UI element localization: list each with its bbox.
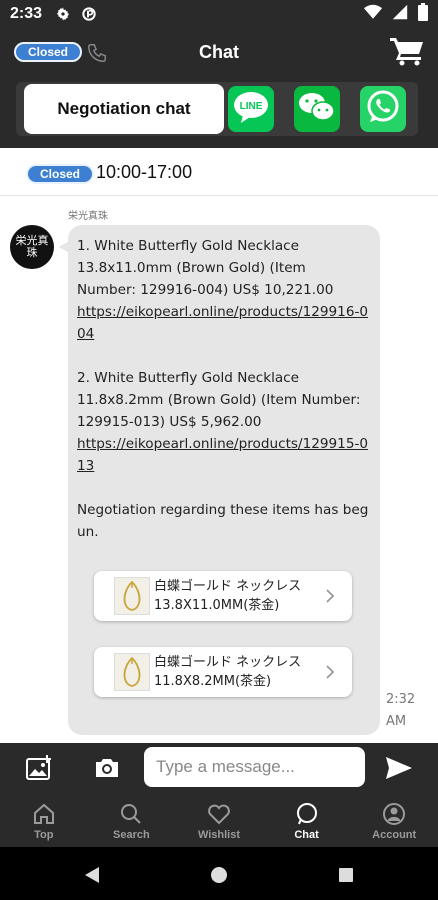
product-name: 白蝶ゴールド ネックレス 11.8X8.2MM(茶金) [154, 653, 320, 691]
nav-item-account[interactable]: Account [350, 793, 438, 847]
product-thumbnail [114, 577, 150, 615]
negotiation-chat-tab[interactable]: Negotiation chat [24, 84, 224, 134]
item1-price: Number: 129916-004) US$ 10,221.00 [77, 282, 334, 298]
nav-item-search[interactable]: Search [88, 793, 176, 847]
message-input-bar [0, 743, 438, 793]
product-card[interactable]: 白蝶ゴールド ネックレス 13.8X11.0MM(茶金) [94, 571, 352, 621]
header-row: Closed Chat [0, 28, 438, 78]
chat-icon [294, 801, 320, 827]
item1-title: 1. White Butterfly Gold Necklace [77, 238, 300, 254]
nav-item-wishlist[interactable]: Wishlist [175, 793, 263, 847]
sender-name: 栄光真珠 [68, 211, 108, 222]
chat-message-area[interactable]: 栄光真珠 栄光真珠 1. White Butterfly Gold Neckla… [0, 197, 438, 743]
item2-title: 2. White Butterfly Gold Necklace [77, 370, 300, 386]
status-time: 2:33 [10, 5, 43, 22]
cart-icon[interactable] [390, 36, 424, 66]
nav-item-chat[interactable]: Chat [263, 793, 351, 847]
heart-icon [206, 801, 232, 827]
nav-label: Wishlist [197, 829, 241, 841]
item2-size: 11.8x8.2mm (Brown Gold) (Item Number: [77, 392, 361, 408]
svg-text:LINE: LINE [240, 101, 263, 112]
product-name-line1: 白蝶ゴールド ネックレス [154, 655, 302, 670]
product-name: 白蝶ゴールド ネックレス 13.8X11.0MM(茶金) [154, 577, 320, 615]
item1-size: 13.8x11.0mm (Brown Gold) (Item [77, 260, 306, 276]
line-icon: LINE [231, 89, 271, 130]
system-navigation-bar [0, 847, 438, 900]
item1-product-link[interactable]: https://eikopearl.online/products/129916… [77, 304, 368, 342]
product-name-line2: 11.8X8.2MM(茶金) [154, 674, 272, 689]
sender-avatar: 栄光真珠 [10, 225, 54, 269]
signal-icon [392, 4, 408, 25]
nav-label: Chat [294, 829, 319, 841]
hours-status-badge: Closed [26, 164, 95, 184]
search-icon [118, 801, 144, 827]
message-bubble: 1. White Butterfly Gold Necklace 13.8x11… [59, 225, 380, 735]
nav-label: Account [372, 829, 417, 841]
product-name-line2: 13.8X11.0MM(茶金) [154, 598, 280, 613]
nav-label: Search [113, 829, 150, 841]
nav-label: Top [34, 829, 54, 841]
chevron-right-icon [320, 662, 340, 682]
home-circle-icon[interactable] [209, 865, 229, 885]
message-input[interactable] [144, 747, 365, 787]
camera-icon[interactable] [92, 753, 122, 783]
battery-icon [418, 2, 428, 26]
wechat-icon [297, 90, 337, 129]
at-sign-icon [80, 5, 98, 23]
product-thumbnail [114, 653, 150, 691]
recents-icon[interactable] [336, 865, 356, 885]
gallery-image-icon[interactable] [24, 753, 54, 783]
bottom-navigation: Top Search Wishlist Chat Account [0, 793, 438, 847]
wifi-icon [364, 4, 382, 25]
whatsapp-app-button[interactable] [360, 86, 406, 132]
page-title: Chat [199, 42, 239, 62]
chat-channel-tabs: Negotiation chat LINE [16, 82, 418, 136]
business-hours-bar: Closed 10:00-17:00 [0, 148, 438, 196]
status-bar: 2:33 [0, 0, 438, 28]
account-icon [381, 801, 407, 827]
chevron-right-icon [320, 586, 340, 606]
chat-header: Closed Chat Negotiation chat LINE [0, 28, 438, 148]
wechat-app-button[interactable] [294, 86, 340, 132]
negotiation-notice: Negotiation regarding these items has be… [77, 502, 369, 540]
whatsapp-icon [364, 88, 402, 131]
send-icon[interactable] [384, 753, 414, 783]
message-timestamp: 2:32 AM [386, 692, 416, 729]
back-icon[interactable] [82, 865, 102, 885]
business-hours-text: 10:00-17:00 [96, 162, 193, 182]
line-app-button[interactable]: LINE [228, 86, 274, 132]
item2-price: 129915-013) US$ 5,962.00 [77, 414, 262, 430]
settings-gear-icon [54, 5, 72, 23]
nav-item-top[interactable]: Top [0, 793, 88, 847]
item2-product-link[interactable]: https://eikopearl.online/products/129915… [77, 436, 368, 474]
product-name-line1: 白蝶ゴールド ネックレス [154, 579, 302, 594]
product-card[interactable]: 白蝶ゴールド ネックレス 11.8X8.2MM(茶金) [94, 647, 352, 697]
home-icon [31, 801, 57, 827]
